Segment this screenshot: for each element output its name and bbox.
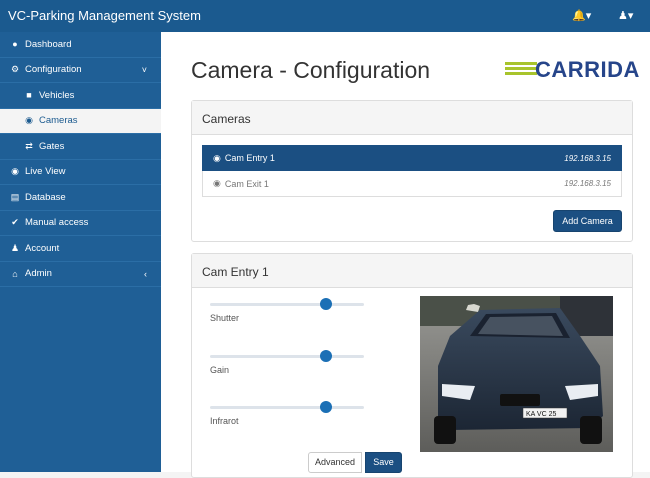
user-icon: ♟ (10, 242, 20, 253)
sidebar-item-admin[interactable]: ⌂ Admin ‹ (0, 262, 161, 287)
sidebar-item-live-view[interactable]: ◉ Live View (0, 160, 161, 185)
sidebar-item-vehicles[interactable]: ■ Vehicles (0, 83, 161, 109)
car-photo: KA VC 25 (420, 296, 613, 452)
carrida-logo: CARRIDA (505, 57, 639, 85)
camera-icon: ◉ (213, 152, 221, 163)
license-plate-text: KA VC 25 (526, 411, 556, 418)
shutter-slider[interactable] (210, 298, 364, 310)
sidebar-item-label: Cameras (39, 115, 78, 127)
gain-label: Gain (210, 365, 230, 375)
user-icon[interactable]: ♟▾ (618, 9, 633, 22)
panel-title: Cameras (192, 101, 632, 135)
sidebar-item-label: Configuration (25, 64, 82, 76)
sidebar-item-configuration[interactable]: ⚙ Configuration ˅ (0, 58, 161, 83)
gain-slider[interactable] (210, 350, 364, 362)
list-item-cam-exit-1[interactable]: ◉ Cam Exit 1 192.168.3.15 (202, 171, 622, 197)
sidebar-item-label: Gates (39, 140, 65, 152)
sidebar-item-gates[interactable]: ⇄ Gates (0, 134, 161, 160)
slider-thumb[interactable] (320, 298, 332, 310)
sidebar-item-dashboard[interactable]: ● Dashboard (0, 32, 161, 58)
main-content: Camera - Configuration CARRIDA Cameras ◉… (161, 32, 650, 478)
wrench-icon: ✔ (11, 217, 19, 228)
slider-thumb[interactable] (320, 401, 332, 413)
logo-text: CARRIDA (535, 57, 640, 82)
chevron-down-icon: ˅ (141, 64, 147, 75)
camera-ip: 192.168.3.15 (564, 179, 611, 188)
top-navbar: VC-Parking Management System 🔔▾ ♟▾ (0, 0, 650, 32)
camera-name: Cam Entry 1 (224, 153, 275, 163)
page-title: Camera - Configuration (191, 57, 431, 83)
bell-icon[interactable]: 🔔▾ (572, 9, 591, 22)
camera-preview-image: KA VC 25 (420, 296, 613, 452)
slider-thumb[interactable] (320, 350, 332, 362)
advanced-button[interactable]: Advanced (308, 452, 362, 473)
sidebar: ● Dashboard ⚙ Configuration ˅ ■ Vehicles… (0, 32, 161, 472)
sidebar-item-label: Dashboard (25, 38, 72, 50)
dashboard-icon: ● (12, 39, 18, 50)
sidebar-item-label: Account (25, 242, 60, 254)
sidebar-item-label: Manual access (25, 217, 89, 229)
sidebar-item-label: Database (25, 191, 66, 203)
sidebar-item-manual-access[interactable]: ✔ Manual access (0, 211, 161, 236)
camera-icon: ◉ (213, 178, 221, 188)
add-camera-button[interactable]: Add Camera (553, 210, 622, 232)
database-icon: ▤ (10, 191, 20, 202)
camera-list: ◉ Cam Entry 1 192.168.3.15 ◉ Cam Exit 1 … (202, 145, 622, 197)
cameras-panel: Cameras ◉ Cam Entry 1 192.168.3.15 ◉ Cam… (191, 100, 633, 242)
sidebar-item-label: Vehicles (39, 89, 75, 101)
shutter-label: Shutter (210, 313, 240, 323)
camera-ip: 192.168.3.15 (564, 153, 611, 163)
sidebar-item-label: Admin (25, 268, 52, 280)
save-button[interactable]: Save (365, 452, 402, 473)
panel-title: Cam Entry 1 (192, 254, 632, 288)
camera-name: Cam Exit 1 (224, 178, 269, 189)
eye-icon: ◉ (11, 166, 19, 177)
list-item-cam-entry-1[interactable]: ◉ Cam Entry 1 192.168.3.15 (202, 145, 622, 171)
infrarot-slider[interactable] (210, 401, 364, 413)
logo-stripes (505, 62, 537, 77)
sidebar-item-database[interactable]: ▤ Database (0, 185, 161, 211)
chevron-left-icon: ‹ (144, 268, 147, 279)
sidebar-item-label: Live View (25, 166, 66, 178)
infrarot-label: Infrarot (210, 416, 239, 426)
sidebar-item-cameras[interactable]: ◉ Cameras (0, 108, 161, 134)
camera-icon: ◉ (25, 115, 33, 126)
sidebar-item-account[interactable]: ♟ Account (0, 236, 161, 262)
gear-icon: ⚙ (10, 64, 20, 75)
home-icon: ⌂ (12, 268, 18, 279)
camera-settings-panel: Cam Entry 1 Shutter Gain Infrarot KA VC … (191, 253, 633, 478)
exchange-icon: ⇄ (25, 140, 33, 151)
app-title: VC-Parking Management System (8, 8, 201, 23)
car-icon: ■ (26, 90, 32, 101)
